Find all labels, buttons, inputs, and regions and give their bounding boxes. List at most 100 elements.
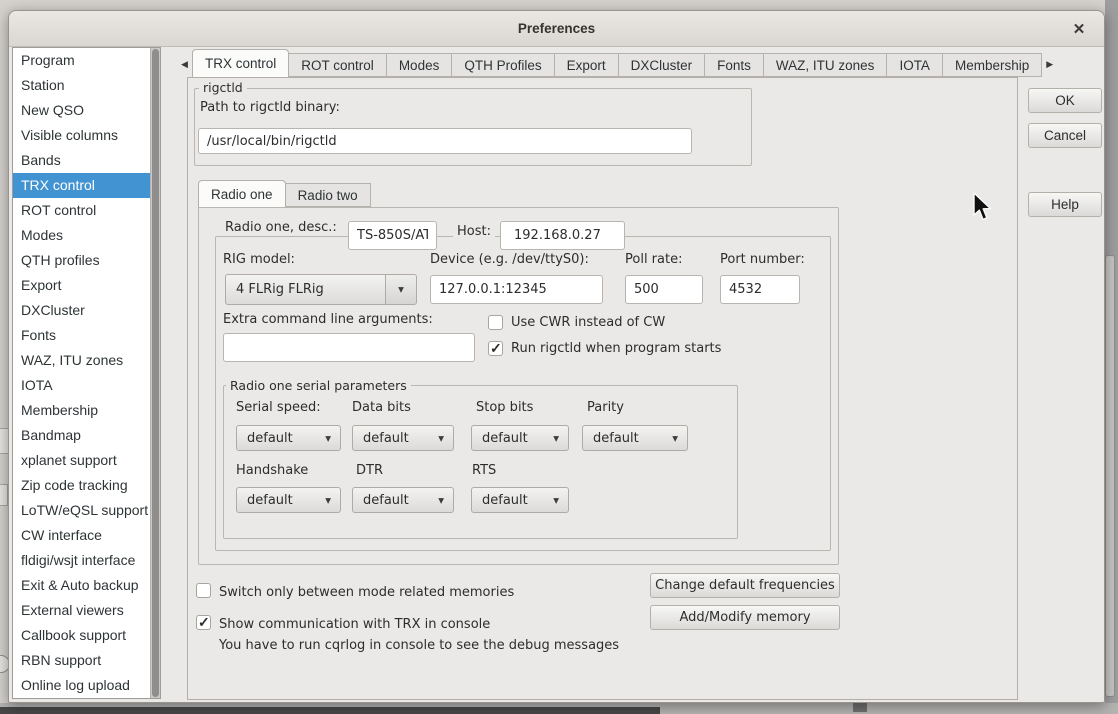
sidebar-item-modes[interactable]: Modes: [13, 223, 160, 248]
sidebar-item-rot-control[interactable]: ROT control: [13, 198, 160, 223]
serial-speed-select[interactable]: default: [236, 425, 341, 451]
change-default-frequencies-button[interactable]: Change default frequencies: [650, 573, 840, 598]
port-number-input[interactable]: [720, 275, 800, 304]
tab-trx-control[interactable]: TRX control: [192, 49, 289, 77]
category-list: Program Station New QSO Visible columns …: [12, 47, 161, 699]
tab-waz-itu-zones[interactable]: WAZ, ITU zones: [764, 53, 888, 77]
switch-memories-label: Switch only between mode related memorie…: [219, 585, 514, 600]
host-input[interactable]: [500, 221, 625, 250]
handshake-select[interactable]: default: [236, 487, 341, 513]
sidebar-item-qth-profiles[interactable]: QTH profiles: [13, 248, 160, 273]
tab-modes[interactable]: Modes: [387, 53, 453, 77]
tab-radio-two[interactable]: Radio two: [286, 183, 371, 207]
sidebar-item-bands[interactable]: Bands: [13, 148, 160, 173]
sidebar-item-xplanet-support[interactable]: xplanet support: [13, 448, 160, 473]
console-note: You have to run cqrlog in console to see…: [219, 638, 619, 653]
use-cwr-label: Use CWR instead of CW: [511, 315, 665, 330]
tab-membership[interactable]: Membership: [943, 53, 1042, 77]
sidebar-item-trx-control[interactable]: TRX control: [13, 173, 160, 198]
port-number-label: Port number:: [720, 252, 805, 267]
sidebar-item-iota[interactable]: IOTA: [13, 373, 160, 398]
dtr-value: default: [363, 493, 409, 508]
help-button[interactable]: Help: [1028, 192, 1102, 217]
rig-model-value: 4 FLRig FLRig: [236, 282, 324, 297]
radio-one-desc-input[interactable]: [348, 221, 437, 250]
extra-args-input[interactable]: [223, 333, 475, 362]
tab-radio-one[interactable]: Radio one: [198, 180, 286, 207]
tab-export[interactable]: Export: [555, 53, 619, 77]
rig-model-select[interactable]: 4 FLRig FLRig: [225, 274, 417, 305]
sidebar-item-fonts[interactable]: Fonts: [13, 323, 160, 348]
show-communication-checkbox[interactable]: [196, 615, 211, 630]
sidebar-item-online-log-upload[interactable]: Online log upload: [13, 673, 160, 698]
data-bits-value: default: [363, 431, 409, 446]
tab-dxcluster[interactable]: DXCluster: [619, 53, 706, 77]
sidebar-scrollbar[interactable]: [150, 48, 160, 698]
sidebar-item-station[interactable]: Station: [13, 73, 160, 98]
sidebar-item-fldigi-wsjt-interface[interactable]: fldigi/wsjt interface: [13, 548, 160, 573]
tab-qth-profiles[interactable]: QTH Profiles: [452, 53, 554, 77]
background-app-sliver: [853, 703, 867, 712]
device-input[interactable]: [430, 275, 603, 304]
poll-rate-label: Poll rate:: [625, 252, 682, 267]
rts-label: RTS: [472, 463, 496, 478]
parity-value: default: [593, 431, 639, 446]
dtr-select[interactable]: default: [352, 487, 454, 513]
handshake-label: Handshake: [236, 463, 308, 478]
stop-bits-select[interactable]: default: [471, 425, 569, 451]
background-app-sliver: [0, 484, 8, 506]
rts-select[interactable]: default: [471, 487, 569, 513]
titlebar[interactable]: Preferences ✕: [9, 11, 1104, 47]
sidebar-scrollbar-thumb[interactable]: [152, 49, 159, 697]
sidebar-item-zip-code-tracking[interactable]: Zip code tracking: [13, 473, 160, 498]
sidebar-item-membership[interactable]: Membership: [13, 398, 160, 423]
sidebar-item-program[interactable]: Program: [13, 48, 160, 73]
sidebar-item-waz-itu-zones[interactable]: WAZ, ITU zones: [13, 348, 160, 373]
sidebar-item-callbook-support[interactable]: Callbook support: [13, 623, 160, 648]
tab-rot-control[interactable]: ROT control: [289, 53, 387, 77]
sidebar-item-lotw-eqsl-support[interactable]: LoTW/eQSL support: [13, 498, 160, 523]
sidebar-item-bandmap[interactable]: Bandmap: [13, 423, 160, 448]
sidebar-item-visible-columns[interactable]: Visible columns: [13, 123, 160, 148]
run-rigctld-label: Run rigctld when program starts: [511, 341, 721, 356]
dtr-label: DTR: [356, 463, 383, 478]
preferences-tabstrip: ◀ TRX control ROT control Modes QTH Prof…: [177, 49, 1057, 77]
extra-args-label: Extra command line arguments:: [223, 312, 433, 327]
ok-button[interactable]: OK: [1028, 88, 1102, 113]
serial-parameters-legend: Radio one serial parameters: [226, 378, 411, 393]
run-rigctld-checkbox[interactable]: [488, 341, 503, 356]
serial-speed-value: default: [247, 431, 293, 446]
radio-one-page: Radio one, desc.: Host: RIG model: 4 FLR…: [198, 207, 839, 565]
rigctld-path-input[interactable]: [198, 128, 692, 154]
rigctld-group-legend: rigctld: [199, 80, 247, 95]
stop-bits-value: default: [482, 431, 528, 446]
switch-memories-checkbox[interactable]: [196, 583, 211, 598]
sidebar-item-exit-auto-backup[interactable]: Exit & Auto backup: [13, 573, 160, 598]
preferences-dialog: Preferences ✕ Program Station New QSO Vi…: [8, 10, 1105, 703]
tab-iota[interactable]: IOTA: [887, 53, 943, 77]
rig-model-dropdown-icon[interactable]: [385, 275, 416, 304]
data-bits-select[interactable]: default: [352, 425, 454, 451]
sidebar-item-rbn-support[interactable]: RBN support: [13, 648, 160, 673]
use-cwr-checkbox[interactable]: [488, 315, 503, 330]
sidebar-item-export[interactable]: Export: [13, 273, 160, 298]
tab-scroll-left-icon[interactable]: ◀: [177, 52, 192, 76]
add-modify-memory-button[interactable]: Add/Modify memory: [650, 605, 840, 630]
close-icon[interactable]: ✕: [1070, 20, 1088, 38]
sidebar-item-cw-interface[interactable]: CW interface: [13, 523, 160, 548]
tab-fonts[interactable]: Fonts: [705, 53, 764, 77]
radio-tabstrip: Radio one Radio two: [198, 180, 371, 207]
background-app-sliver: [0, 707, 660, 714]
sidebar-item-new-qso[interactable]: New QSO: [13, 98, 160, 123]
trx-control-panel: rigctld Path to rigctld binary: Radio on…: [187, 77, 1018, 700]
host-label: Host:: [453, 224, 495, 239]
cancel-button[interactable]: Cancel: [1028, 123, 1102, 148]
poll-rate-input[interactable]: [625, 275, 703, 304]
data-bits-label: Data bits: [352, 400, 411, 415]
rig-model-label: RIG model:: [223, 252, 295, 267]
sidebar-item-external-viewers[interactable]: External viewers: [13, 598, 160, 623]
parity-select[interactable]: default: [582, 425, 688, 451]
sidebar-item-dxcluster[interactable]: DXCluster: [13, 298, 160, 323]
tab-scroll-right-icon[interactable]: ▶: [1042, 52, 1057, 76]
rigctld-path-label: Path to rigctld binary:: [200, 100, 340, 115]
